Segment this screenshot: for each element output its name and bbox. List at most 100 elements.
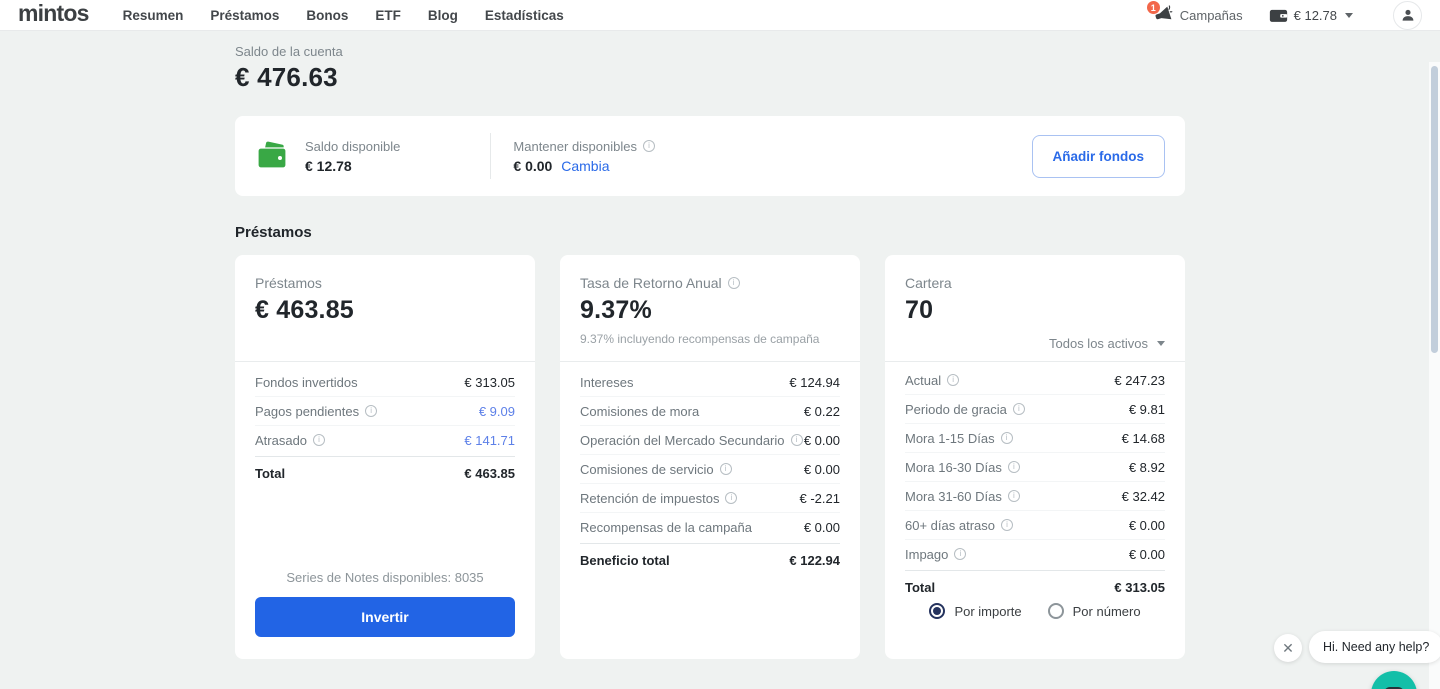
chevron-down-icon (1157, 341, 1165, 346)
info-icon[interactable]: i (1013, 403, 1025, 415)
info-icon[interactable]: i (720, 463, 732, 475)
info-icon[interactable]: i (365, 405, 377, 417)
row-label: Periodo de graciai (905, 402, 1025, 417)
account-balance-value: € 476.63 (235, 62, 1185, 93)
total-value: € 122.94 (789, 553, 840, 568)
row-value: € 9.09 (479, 404, 515, 419)
info-icon[interactable]: i (1008, 490, 1020, 502)
row-value: € 0.00 (1129, 518, 1165, 533)
nav-right: 1 Campañas € 12.78 (1153, 1, 1422, 30)
info-icon[interactable]: i (947, 374, 959, 386)
row-value: € 0.00 (804, 433, 840, 448)
table-row: Mora 31-60 Díasi € 32.42 (905, 482, 1165, 511)
change-link[interactable]: Cambia (561, 158, 609, 174)
table-row: Periodo de graciai € 9.81 (905, 395, 1165, 424)
info-icon[interactable]: i (725, 492, 737, 504)
row-label: Mora 31-60 Díasi (905, 489, 1020, 504)
available-balance-value: € 12.78 (305, 158, 400, 174)
table-row: Mora 16-30 Díasi€ 8.92 (905, 453, 1165, 482)
nav-items: Resumen Préstamos Bonos ETF Blog Estadísticas (123, 8, 564, 23)
radio-by-amount-label: Por importe (954, 604, 1021, 619)
row-value: € 0.00 (1129, 547, 1165, 562)
radio-by-amount[interactable]: Por importe (929, 603, 1021, 619)
portfolio-count: 70 (905, 296, 1165, 325)
divider (490, 133, 491, 179)
info-icon[interactable]: i (1001, 519, 1013, 531)
row-value: € -2.21 (800, 491, 840, 506)
loans-total-row: Total € 463.85 (235, 457, 535, 490)
chat-greeting-bubble[interactable]: Hi. Need any help? (1309, 631, 1440, 663)
portfolio-card: Cartera 70 Todos los activos Actuali€ 24… (885, 255, 1185, 659)
info-icon[interactable]: i (728, 277, 740, 289)
nav-item-resumen[interactable]: Resumen (123, 8, 184, 23)
account-balance-label: Saldo de la cuenta (235, 44, 1185, 59)
radio-selected-icon (929, 603, 945, 619)
nav-item-etf[interactable]: ETF (375, 8, 401, 23)
loans-card-amount: € 463.85 (255, 296, 515, 325)
row-value: € 32.42 (1122, 489, 1165, 504)
chat-launcher-button[interactable] (1371, 671, 1417, 689)
total-label: Beneficio total (580, 553, 670, 568)
portfolio-view-radio-group: Por importe Por número (885, 603, 1185, 619)
assets-filter-dropdown[interactable]: Todos los activos (1049, 336, 1165, 351)
chat-close-button[interactable]: ✕ (1274, 634, 1302, 662)
nav-item-blog[interactable]: Blog (428, 8, 458, 23)
person-icon (1399, 6, 1417, 24)
nav-item-bonos[interactable]: Bonos (306, 8, 348, 23)
nav-item-estadisticas[interactable]: Estadísticas (485, 8, 564, 23)
info-icon[interactable]: i (791, 434, 803, 446)
row-value: € 0.00 (804, 462, 840, 477)
row-value: € 9.81 (1129, 402, 1165, 417)
row-value: € 141.71 (464, 433, 515, 448)
return-card-title: Tasa de Retorno Anual (580, 275, 722, 291)
row-label: Comisiones de servicioi (580, 462, 732, 477)
row-label: Impagoi (905, 547, 966, 562)
loans-card-title: Préstamos (255, 275, 515, 291)
annual-return-card: Tasa de Retorno Anual i 9.37% 9.37% incl… (560, 255, 860, 659)
table-row: Impagoi € 0.00 (905, 540, 1165, 568)
wallet-balance-menu[interactable]: € 12.78 (1269, 7, 1353, 23)
radio-by-number-label: Por número (1073, 604, 1141, 619)
chevron-down-icon (1345, 13, 1353, 18)
row-label: Recompensas de la campaña (580, 520, 752, 535)
row-label: Atrasadoi (255, 433, 325, 448)
table-row: Comisiones de servicioi € 0.00 (580, 455, 840, 484)
close-icon: ✕ (1282, 640, 1294, 657)
return-rate-value: 9.37% (580, 296, 840, 325)
info-icon[interactable]: i (313, 434, 325, 446)
row-label: Mora 16-30 Díasi (905, 460, 1020, 475)
user-avatar[interactable] (1393, 1, 1422, 30)
info-icon[interactable]: i (1001, 432, 1013, 444)
balance-card: Saldo disponible € 12.78 Mantener dispon… (235, 116, 1185, 196)
table-row: Operación del Mercado Secundarioi€ 0.00 (580, 426, 840, 455)
total-value: € 313.05 (1114, 580, 1165, 595)
info-icon[interactable]: i (643, 140, 655, 152)
radio-by-number[interactable]: Por número (1048, 603, 1141, 619)
megaphone-icon: 1 (1153, 5, 1173, 25)
wallet-balance-amount: € 12.78 (1294, 8, 1337, 23)
portfolio-total-row: Total € 313.05 (885, 571, 1185, 604)
add-funds-button[interactable]: Añadir fondos (1032, 135, 1166, 178)
row-label: Pagos pendientesi (255, 404, 377, 419)
nav-item-prestamos[interactable]: Préstamos (210, 8, 279, 23)
table-row: Intereses€ 124.94 (580, 368, 840, 397)
section-title-loans: Préstamos (235, 224, 1185, 241)
table-row: Fondos invertidos€ 313.05 (255, 368, 515, 397)
table-row: Pagos pendientesi € 9.09 (255, 397, 515, 426)
keep-available-label: Mantener disponibles (513, 139, 637, 154)
row-label: Operación del Mercado Secundarioi (580, 433, 803, 448)
row-label: Mora 1-15 Díasi (905, 431, 1013, 446)
wallet-green-icon (255, 140, 289, 172)
scrollbar[interactable] (1431, 66, 1438, 353)
campaigns-menu[interactable]: 1 Campañas (1153, 5, 1243, 25)
mintos-logo[interactable]: mintos (18, 2, 89, 28)
available-balance-label: Saldo disponible (305, 139, 400, 154)
notification-badge: 1 (1147, 1, 1160, 14)
table-row: Actuali€ 247.23 (905, 366, 1165, 395)
row-value: € 247.23 (1114, 373, 1165, 388)
info-icon[interactable]: i (1008, 461, 1020, 473)
return-total-row: Beneficio total € 122.94 (560, 544, 860, 577)
total-value: € 463.85 (464, 466, 515, 481)
invest-button[interactable]: Invertir (255, 597, 515, 637)
info-icon[interactable]: i (954, 548, 966, 560)
